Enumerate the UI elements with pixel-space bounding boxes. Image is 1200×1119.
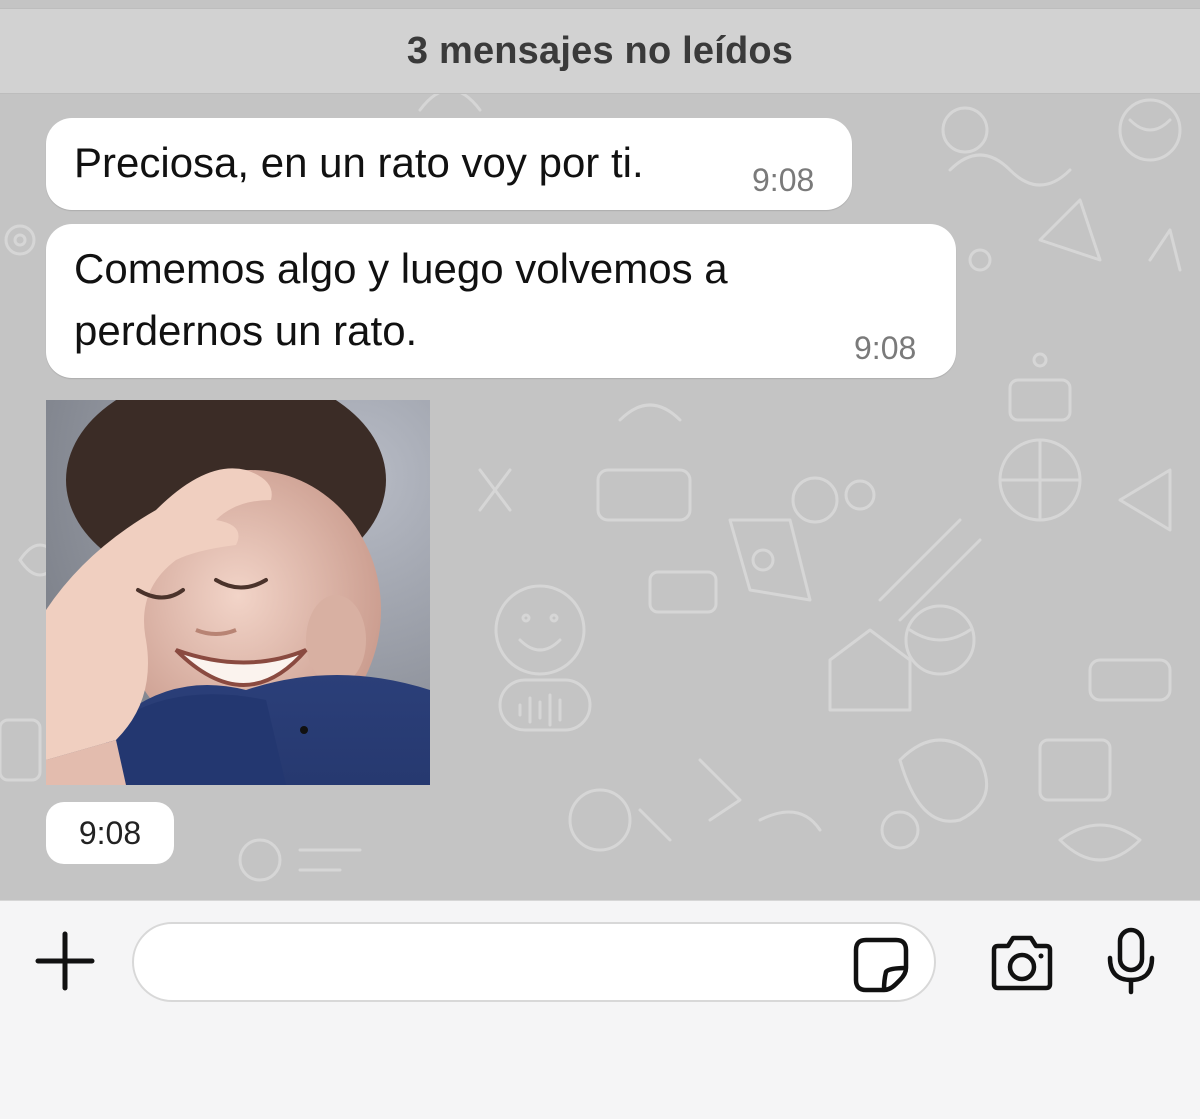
message-text-line: perdernos un rato.	[74, 307, 418, 354]
message-text: Preciosa, en un rato voy por ti.	[74, 139, 644, 186]
image-message[interactable]	[46, 400, 430, 785]
photo-content	[46, 400, 430, 785]
message-input[interactable]	[132, 922, 936, 1002]
camera-icon[interactable]	[988, 934, 1056, 994]
microphone-icon[interactable]	[1104, 926, 1158, 996]
sticker-icon[interactable]	[852, 936, 910, 994]
unread-messages-banner: 3 mensajes no leídos	[0, 8, 1200, 94]
image-message-time: 9:08	[78, 814, 142, 851]
unread-messages-label: 3 mensajes no leídos	[406, 29, 794, 72]
message-bubble[interactable]: Preciosa, en un rato voy por ti. 9:08	[46, 118, 852, 210]
chat-area[interactable]: 3 mensajes no leídos Preciosa, en un rat…	[0, 0, 1200, 900]
plus-icon[interactable]	[34, 930, 96, 992]
message-time: 9:08	[752, 162, 815, 198]
message-text-line: Comemos algo y luego volvemos a	[74, 245, 728, 292]
image-time-chip: 9:08	[46, 802, 174, 864]
message-time: 9:08	[854, 330, 917, 366]
message-bubble[interactable]: Comemos algo y luego volvemos a perderno…	[46, 224, 956, 378]
